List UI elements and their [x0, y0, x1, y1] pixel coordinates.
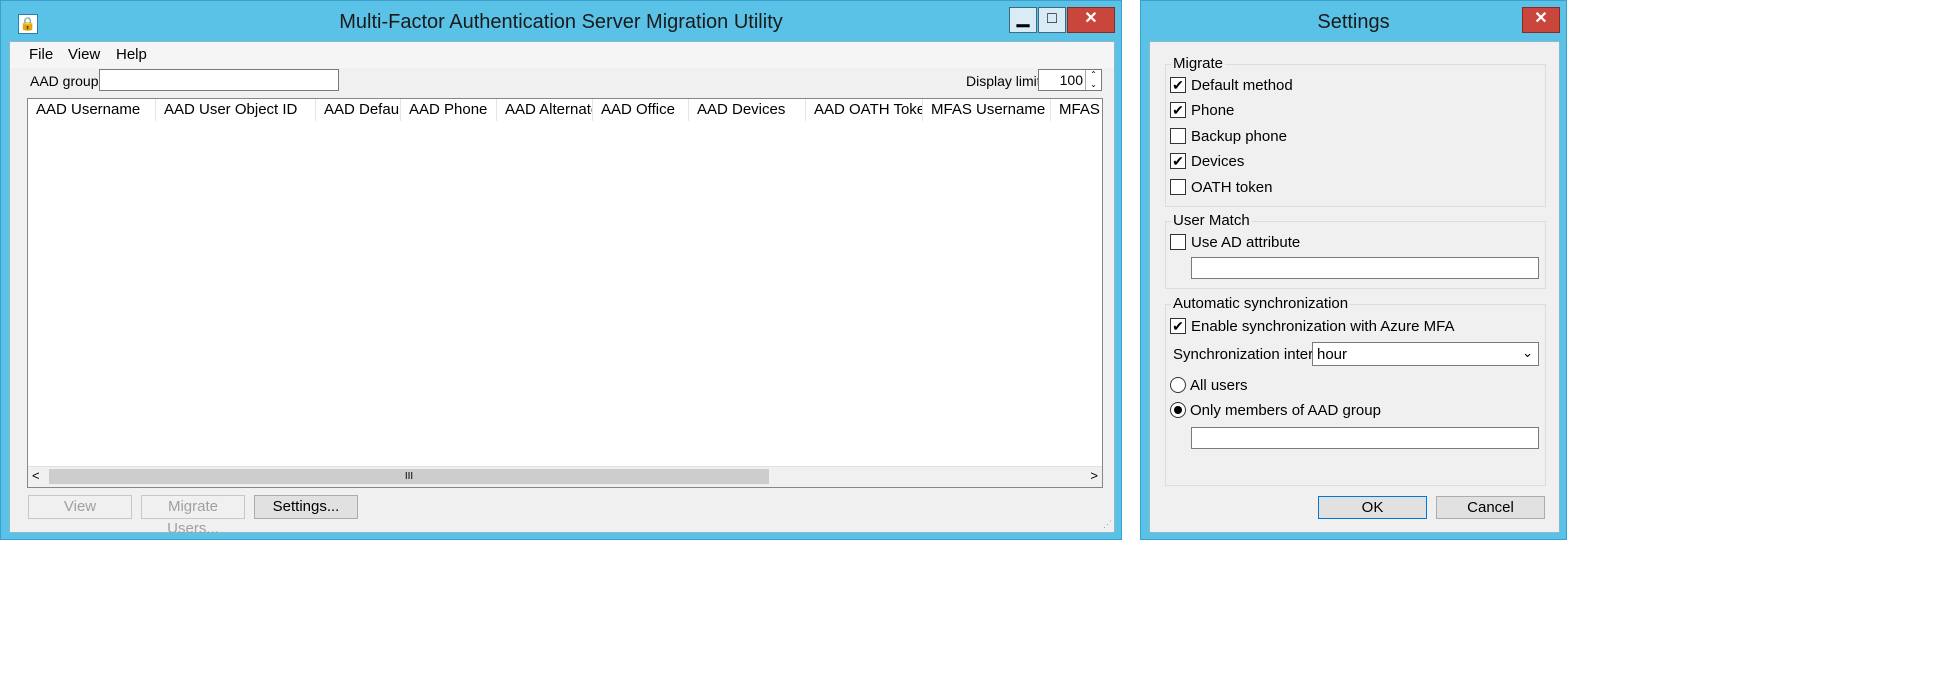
devices-label: Devices: [1191, 153, 1245, 170]
settings-client-area: Migrate ✔ Default method ✔ Phone Backup …: [1149, 41, 1560, 533]
horizontal-scrollbar[interactable]: < III >: [28, 466, 1102, 487]
main-window: 🔒 Multi-Factor Authentication Server Mig…: [0, 0, 1122, 540]
scroll-thumb-grip: III: [404, 471, 414, 482]
minimize-icon: ▁: [1016, 10, 1030, 27]
display-limit-value: 100: [1059, 72, 1083, 88]
settings-window-title: Settings: [1317, 11, 1390, 33]
spin-down-icon[interactable]: ⌄: [1085, 80, 1101, 90]
spin-up-icon[interactable]: ⌃: [1085, 70, 1101, 80]
all-users-radio[interactable]: [1170, 377, 1186, 393]
phone-checkbox[interactable]: ✔: [1170, 102, 1186, 118]
scroll-left-arrow[interactable]: <: [32, 468, 40, 483]
column-aad-user-object-id[interactable]: AAD User Object ID: [156, 99, 316, 121]
only-members-label: Only members of AAD group: [1190, 402, 1381, 419]
checkmark-icon: ✔: [1172, 102, 1184, 118]
scroll-thumb[interactable]: III: [49, 469, 769, 484]
cancel-button[interactable]: Cancel: [1436, 496, 1545, 519]
all-users-label: All users: [1190, 377, 1248, 394]
main-client-area: File View Help AAD group: Display limit:…: [9, 41, 1115, 537]
column-aad-username[interactable]: AAD Username: [28, 99, 156, 121]
column-mfas-d[interactable]: MFAS D: [1051, 99, 1102, 121]
checkmark-icon: ✔: [1172, 318, 1184, 334]
backup-phone-checkbox[interactable]: [1170, 128, 1186, 144]
default-method-label: Default method: [1191, 77, 1293, 94]
chevron-down-icon: ⌄: [1522, 345, 1533, 360]
maximize-icon: □: [1047, 10, 1057, 27]
only-members-radio[interactable]: [1170, 402, 1186, 418]
phone-label: Phone: [1191, 102, 1235, 119]
sync-interval-select[interactable]: hour ⌄: [1312, 342, 1539, 366]
menu-file[interactable]: File: [29, 46, 53, 63]
close-icon: ✕: [1084, 10, 1098, 27]
display-limit-label: Display limit:: [966, 73, 1045, 89]
enable-sync-checkbox[interactable]: ✔: [1170, 318, 1186, 334]
checkmark-icon: ✔: [1172, 153, 1184, 169]
column-aad-office[interactable]: AAD Office: [593, 99, 689, 121]
settings-close-button[interactable]: ✕: [1522, 7, 1560, 33]
backup-phone-label: Backup phone: [1191, 128, 1287, 145]
display-limit-spinner[interactable]: 100 ⌃ ⌄: [1038, 69, 1102, 91]
ad-attribute-input[interactable]: [1191, 257, 1539, 279]
maximize-button[interactable]: □: [1038, 7, 1066, 33]
main-window-title: Multi-Factor Authentication Server Migra…: [339, 11, 783, 33]
menu-bar: File View Help: [10, 42, 1114, 68]
column-aad-devices[interactable]: AAD Devices: [689, 99, 806, 121]
auto-sync-group-title: Automatic synchronization: [1171, 295, 1351, 312]
close-icon: ✕: [1534, 10, 1548, 27]
sync-interval-value: hour: [1317, 346, 1348, 363]
default-method-checkbox[interactable]: ✔: [1170, 77, 1186, 93]
menu-view[interactable]: View: [68, 46, 100, 63]
oath-token-checkbox[interactable]: [1170, 179, 1186, 195]
resize-grip-icon[interactable]: ⋰: [1103, 519, 1112, 530]
enable-sync-label: Enable synchronization with Azure MFA: [1191, 318, 1455, 335]
minimize-button[interactable]: ▁: [1009, 7, 1037, 33]
column-aad-oath-token[interactable]: AAD OATH Token: [806, 99, 923, 121]
migrate-users-button[interactable]: Migrate Users...: [141, 495, 245, 537]
oath-token-label: OATH token: [1191, 179, 1273, 196]
devices-checkbox[interactable]: ✔: [1170, 153, 1186, 169]
column-aad-phone[interactable]: AAD Phone: [401, 99, 497, 121]
aad-group-label: AAD group:: [30, 73, 103, 89]
view-button[interactable]: View: [28, 495, 132, 519]
aad-group-input[interactable]: [99, 69, 339, 91]
settings-button[interactable]: Settings...: [254, 495, 358, 519]
list-header: AAD Username AAD User Object ID AAD Defa…: [28, 99, 1102, 121]
close-button[interactable]: ✕: [1067, 7, 1115, 33]
user-list-view[interactable]: AAD Username AAD User Object ID AAD Defa…: [27, 98, 1103, 488]
user-match-group-title: User Match: [1171, 212, 1252, 229]
column-aad-default[interactable]: AAD Default: [316, 99, 401, 121]
ok-button[interactable]: OK: [1318, 496, 1427, 519]
menu-help[interactable]: Help: [116, 46, 147, 63]
migrate-group-title: Migrate: [1171, 55, 1226, 72]
use-ad-attribute-label: Use AD attribute: [1191, 234, 1301, 251]
checkmark-icon: ✔: [1172, 77, 1184, 93]
use-ad-attribute-checkbox[interactable]: [1170, 234, 1186, 250]
settings-window: Settings ✕ Migrate ✔ Default method ✔ Ph…: [1140, 0, 1567, 540]
column-mfas-username[interactable]: MFAS Username: [923, 99, 1051, 121]
sync-group-input[interactable]: [1191, 427, 1539, 449]
scroll-right-arrow[interactable]: >: [1090, 468, 1098, 483]
column-aad-alternate[interactable]: AAD Alternate: [497, 99, 593, 121]
